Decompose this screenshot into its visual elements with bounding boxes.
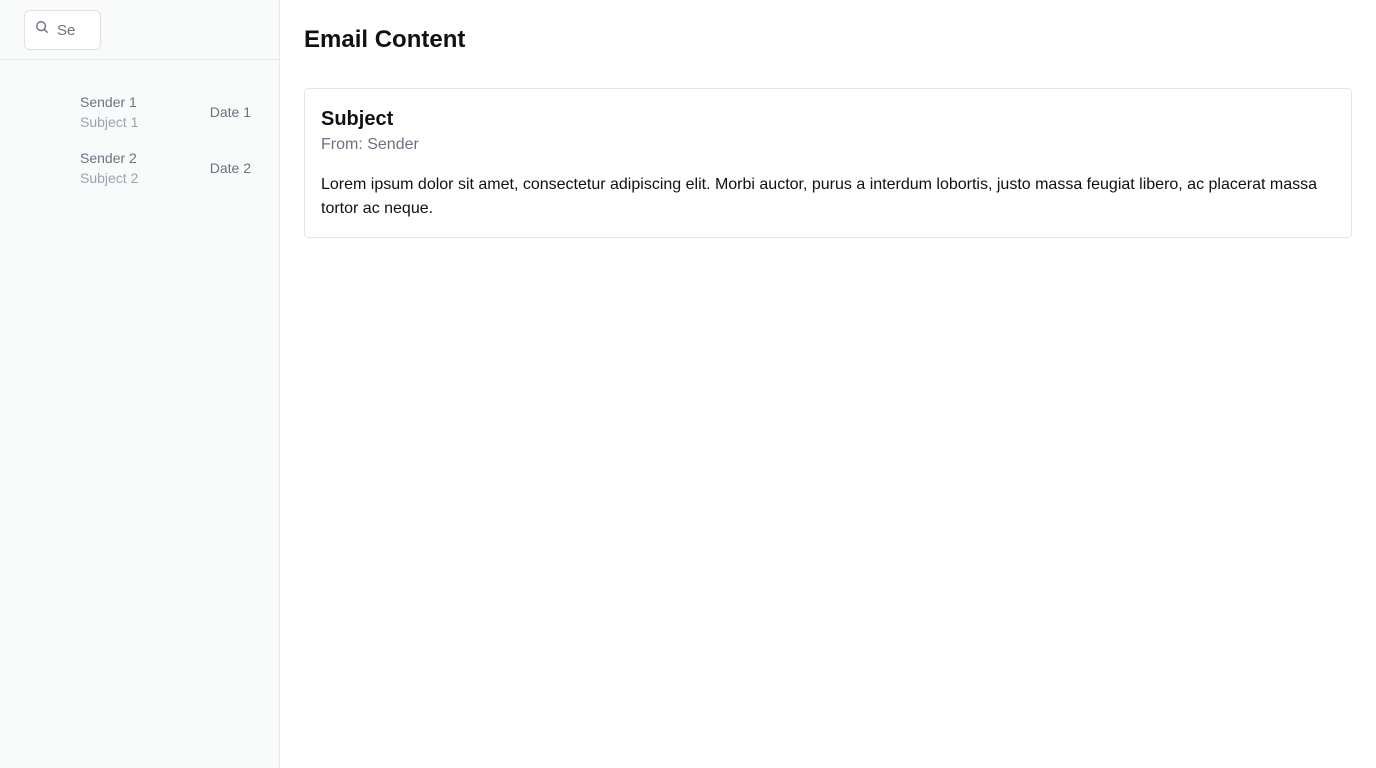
list-item-date: Date 2	[209, 160, 251, 176]
list-item-text: Sender 2 Subject 2	[80, 148, 138, 188]
search-icon	[35, 21, 49, 39]
list-item[interactable]: Sender 2 Subject 2 Date 2	[0, 140, 279, 196]
list-item-subject: Subject 1	[80, 114, 139, 130]
list-item-date: Date 1	[209, 104, 251, 120]
list-item-text: Sender 1 Subject 1	[80, 92, 138, 132]
email-body: Lorem ipsum dolor sit amet, consectetur …	[321, 176, 1318, 217]
list-item-subject: Subject 2	[80, 170, 139, 186]
email-app: Sender 1 Subject 1 Date 1 Sender 2 Subje…	[0, 0, 1376, 768]
search-box[interactable]	[24, 10, 101, 50]
email-subject: Subject	[321, 108, 394, 130]
email-from: From: Sender	[321, 136, 419, 153]
page-title: Email Content	[304, 26, 466, 53]
email-card: Subject From: Sender Lorem ipsum dolor s…	[304, 88, 1352, 238]
email-list: Sender 1 Subject 1 Date 1 Sender 2 Subje…	[0, 60, 279, 196]
search-input[interactable]	[57, 21, 97, 39]
sidebar: Sender 1 Subject 1 Date 1 Sender 2 Subje…	[0, 0, 280, 768]
main-content: Email Content Subject From: Sender Lorem…	[280, 0, 1376, 768]
list-item-sender: Sender 2	[80, 150, 137, 166]
list-item[interactable]: Sender 1 Subject 1 Date 1	[0, 84, 279, 140]
search-bar	[0, 0, 279, 60]
list-item-sender: Sender 1	[80, 94, 137, 110]
